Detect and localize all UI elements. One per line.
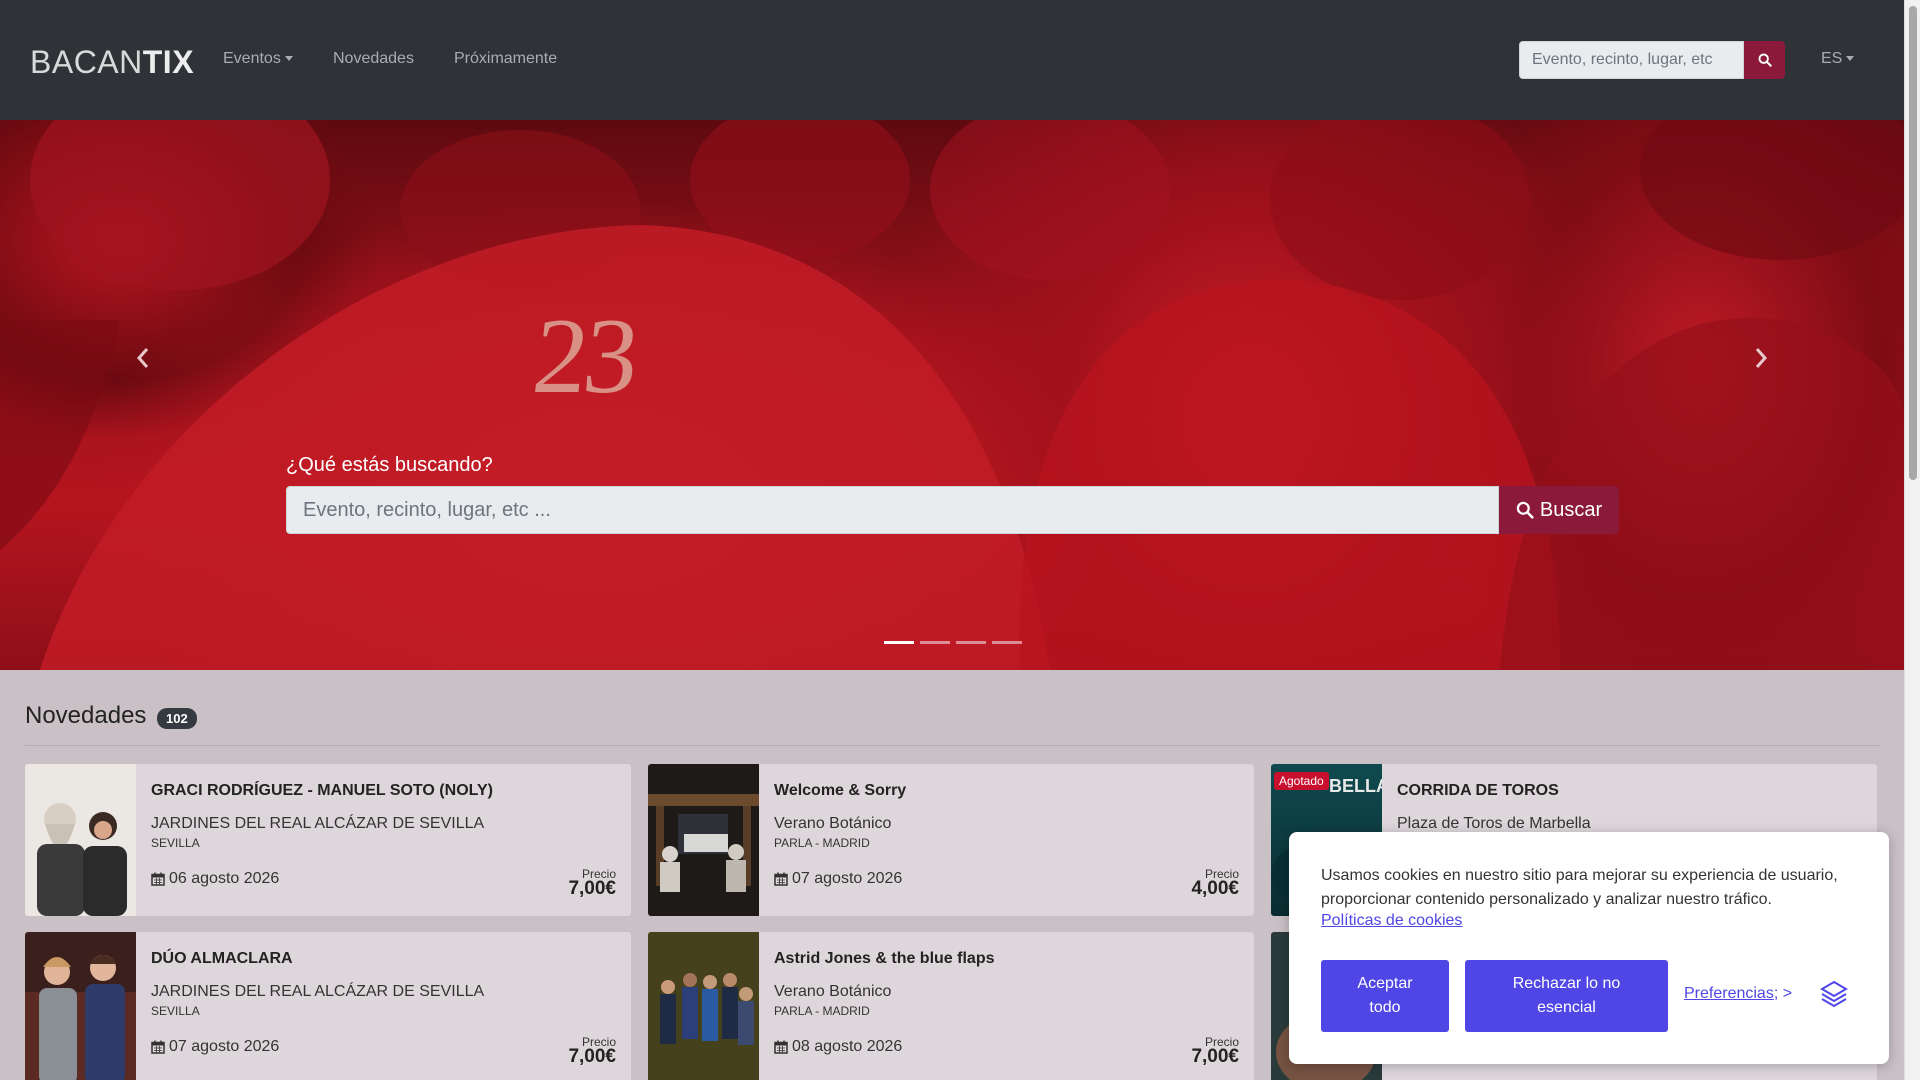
- accept-all-button[interactable]: Aceptar todo: [1321, 960, 1449, 1032]
- nav-eventos-label: Eventos: [223, 50, 281, 67]
- language-label: ES: [1821, 50, 1843, 67]
- event-title: Welcome & Sorry: [774, 782, 907, 799]
- preferences-label: Preferencias: [1684, 985, 1774, 1002]
- page-scrollbar[interactable]: [1904, 0, 1920, 1080]
- hero-search-input[interactable]: [286, 486, 1499, 534]
- event-date-text: 07 agosto 2026: [169, 1038, 280, 1055]
- cookie-banner: Usamos cookies en nuestro sitio para mej…: [1289, 832, 1889, 1064]
- event-title: GRACI RODRÍGUEZ - MANUEL SOTO (NOLY): [151, 782, 493, 799]
- sold-out-badge: Agotado: [1274, 772, 1329, 790]
- event-date-text: 08 agosto 2026: [792, 1038, 903, 1055]
- hero-search-button-label: Buscar: [1539, 498, 1603, 521]
- event-venue: Plaza de Toros de Marbella: [1397, 815, 1591, 832]
- event-city: SEVILLA: [151, 836, 200, 850]
- navbar: BACANTIX Eventos Novedades Próximamente …: [0, 0, 1904, 120]
- event-photo: [25, 764, 136, 916]
- chevron-left-icon: [136, 348, 149, 368]
- event-city: PARLA - MADRID: [774, 836, 870, 850]
- consent-provider-logo-icon: [1820, 980, 1848, 1008]
- event-thumbnail: [648, 932, 759, 1080]
- event-title: Astrid Jones & the blue flaps: [774, 950, 995, 967]
- carousel-indicator-3[interactable]: [956, 641, 986, 644]
- event-title: DÚO ALMACLARA: [151, 950, 293, 967]
- language-dropdown[interactable]: ES: [1821, 50, 1855, 68]
- count-badge: 102: [157, 708, 197, 729]
- caret-down-icon: [1846, 56, 1855, 62]
- cookie-message: Usamos cookies en nuestro sitio para mej…: [1321, 867, 1838, 908]
- nav-search-input[interactable]: [1519, 41, 1744, 79]
- reject-label: Rechazar lo no esencial: [1512, 975, 1621, 1016]
- carousel-prev-button[interactable]: [123, 328, 163, 388]
- event-date-text: 07 agosto 2026: [792, 870, 903, 887]
- calendar-icon: [774, 872, 788, 886]
- event-date: 08 agosto 2026: [774, 1038, 902, 1056]
- event-date: 06 agosto 2026: [151, 870, 279, 888]
- preferences-suffix: ; >: [1773, 985, 1793, 1002]
- nav-proximamente-link[interactable]: Próximamente: [454, 50, 557, 68]
- carousel-indicators: [884, 641, 1022, 644]
- event-price: 7,00€: [568, 1046, 616, 1067]
- carousel-indicator-1[interactable]: [884, 641, 914, 644]
- section-divider: [25, 745, 1880, 746]
- calendar-icon: [151, 872, 165, 886]
- calendar-icon: [774, 1040, 788, 1054]
- reject-nonessential-button[interactable]: Rechazar lo no esencial: [1465, 960, 1668, 1032]
- event-thumbnail: [648, 764, 759, 916]
- cookie-policy-link[interactable]: Políticas de cookies: [1321, 912, 1462, 930]
- event-date: 07 agosto 2026: [151, 1038, 279, 1056]
- event-price: 4,00€: [1191, 878, 1239, 899]
- event-venue: Verano Botánico: [774, 983, 892, 1000]
- carousel-indicator-4[interactable]: [992, 641, 1022, 644]
- event-city: SEVILLA: [151, 1004, 200, 1018]
- nav-eventos-dropdown[interactable]: Eventos: [223, 50, 293, 68]
- carousel-next-button[interactable]: [1741, 328, 1781, 388]
- chevron-right-icon: [1755, 348, 1768, 368]
- bacantix-logo[interactable]: BACANTIX: [30, 44, 194, 81]
- hero-search-heading: ¿Qué estás buscando?: [286, 454, 493, 476]
- search-icon: [1758, 53, 1772, 67]
- event-venue: Verano Botánico: [774, 815, 892, 832]
- carousel-indicator-2[interactable]: [920, 641, 950, 644]
- search-icon: [1516, 501, 1534, 519]
- event-thumbnail: [25, 764, 136, 916]
- event-photo: [25, 932, 136, 1080]
- event-photo: [648, 764, 759, 916]
- event-photo: [648, 932, 759, 1080]
- nav-search-button[interactable]: [1744, 41, 1785, 79]
- section-title: Novedades: [25, 702, 147, 729]
- event-card[interactable]: Welcome & Sorry Verano Botánico PARLA - …: [648, 764, 1254, 916]
- seat-number-text: 23: [527, 297, 641, 416]
- event-card[interactable]: Astrid Jones & the blue flaps Verano Bot…: [648, 932, 1254, 1080]
- event-thumbnail: [25, 932, 136, 1080]
- event-date: 07 agosto 2026: [774, 870, 902, 888]
- hero-search-button[interactable]: Buscar: [1499, 486, 1619, 534]
- hero-carousel: 23 ¿Qué estás buscando? Buscar: [0, 120, 1904, 670]
- poster-text: BELLA: [1329, 776, 1382, 796]
- caret-down-icon: [284, 56, 293, 62]
- event-card[interactable]: GRACI RODRÍGUEZ - MANUEL SOTO (NOLY) JAR…: [25, 764, 631, 916]
- scrollbar-thumb[interactable]: [1909, 6, 1917, 480]
- event-city: PARLA - MADRID: [774, 1004, 870, 1018]
- event-venue: JARDINES DEL REAL ALCÁZAR DE SEVILLA: [151, 983, 485, 1000]
- event-date-text: 06 agosto 2026: [169, 870, 280, 887]
- accept-all-label: Aceptar todo: [1357, 975, 1413, 1016]
- logo-text-bold: TIX: [142, 44, 195, 80]
- event-price: 7,00€: [568, 878, 616, 899]
- logo-text-thin: BACAN: [30, 44, 143, 80]
- preferences-link[interactable]: Preferencias; >: [1684, 985, 1792, 1003]
- calendar-icon: [151, 1040, 165, 1054]
- event-title: CORRIDA DE TOROS: [1397, 782, 1559, 799]
- hero-background-image: [0, 120, 1904, 670]
- event-card[interactable]: DÚO ALMACLARA JARDINES DEL REAL ALCÁZAR …: [25, 932, 631, 1080]
- nav-novedades-link[interactable]: Novedades: [333, 50, 414, 68]
- event-price: 7,00€: [1191, 1046, 1239, 1067]
- event-venue: JARDINES DEL REAL ALCÁZAR DE SEVILLA: [151, 815, 485, 832]
